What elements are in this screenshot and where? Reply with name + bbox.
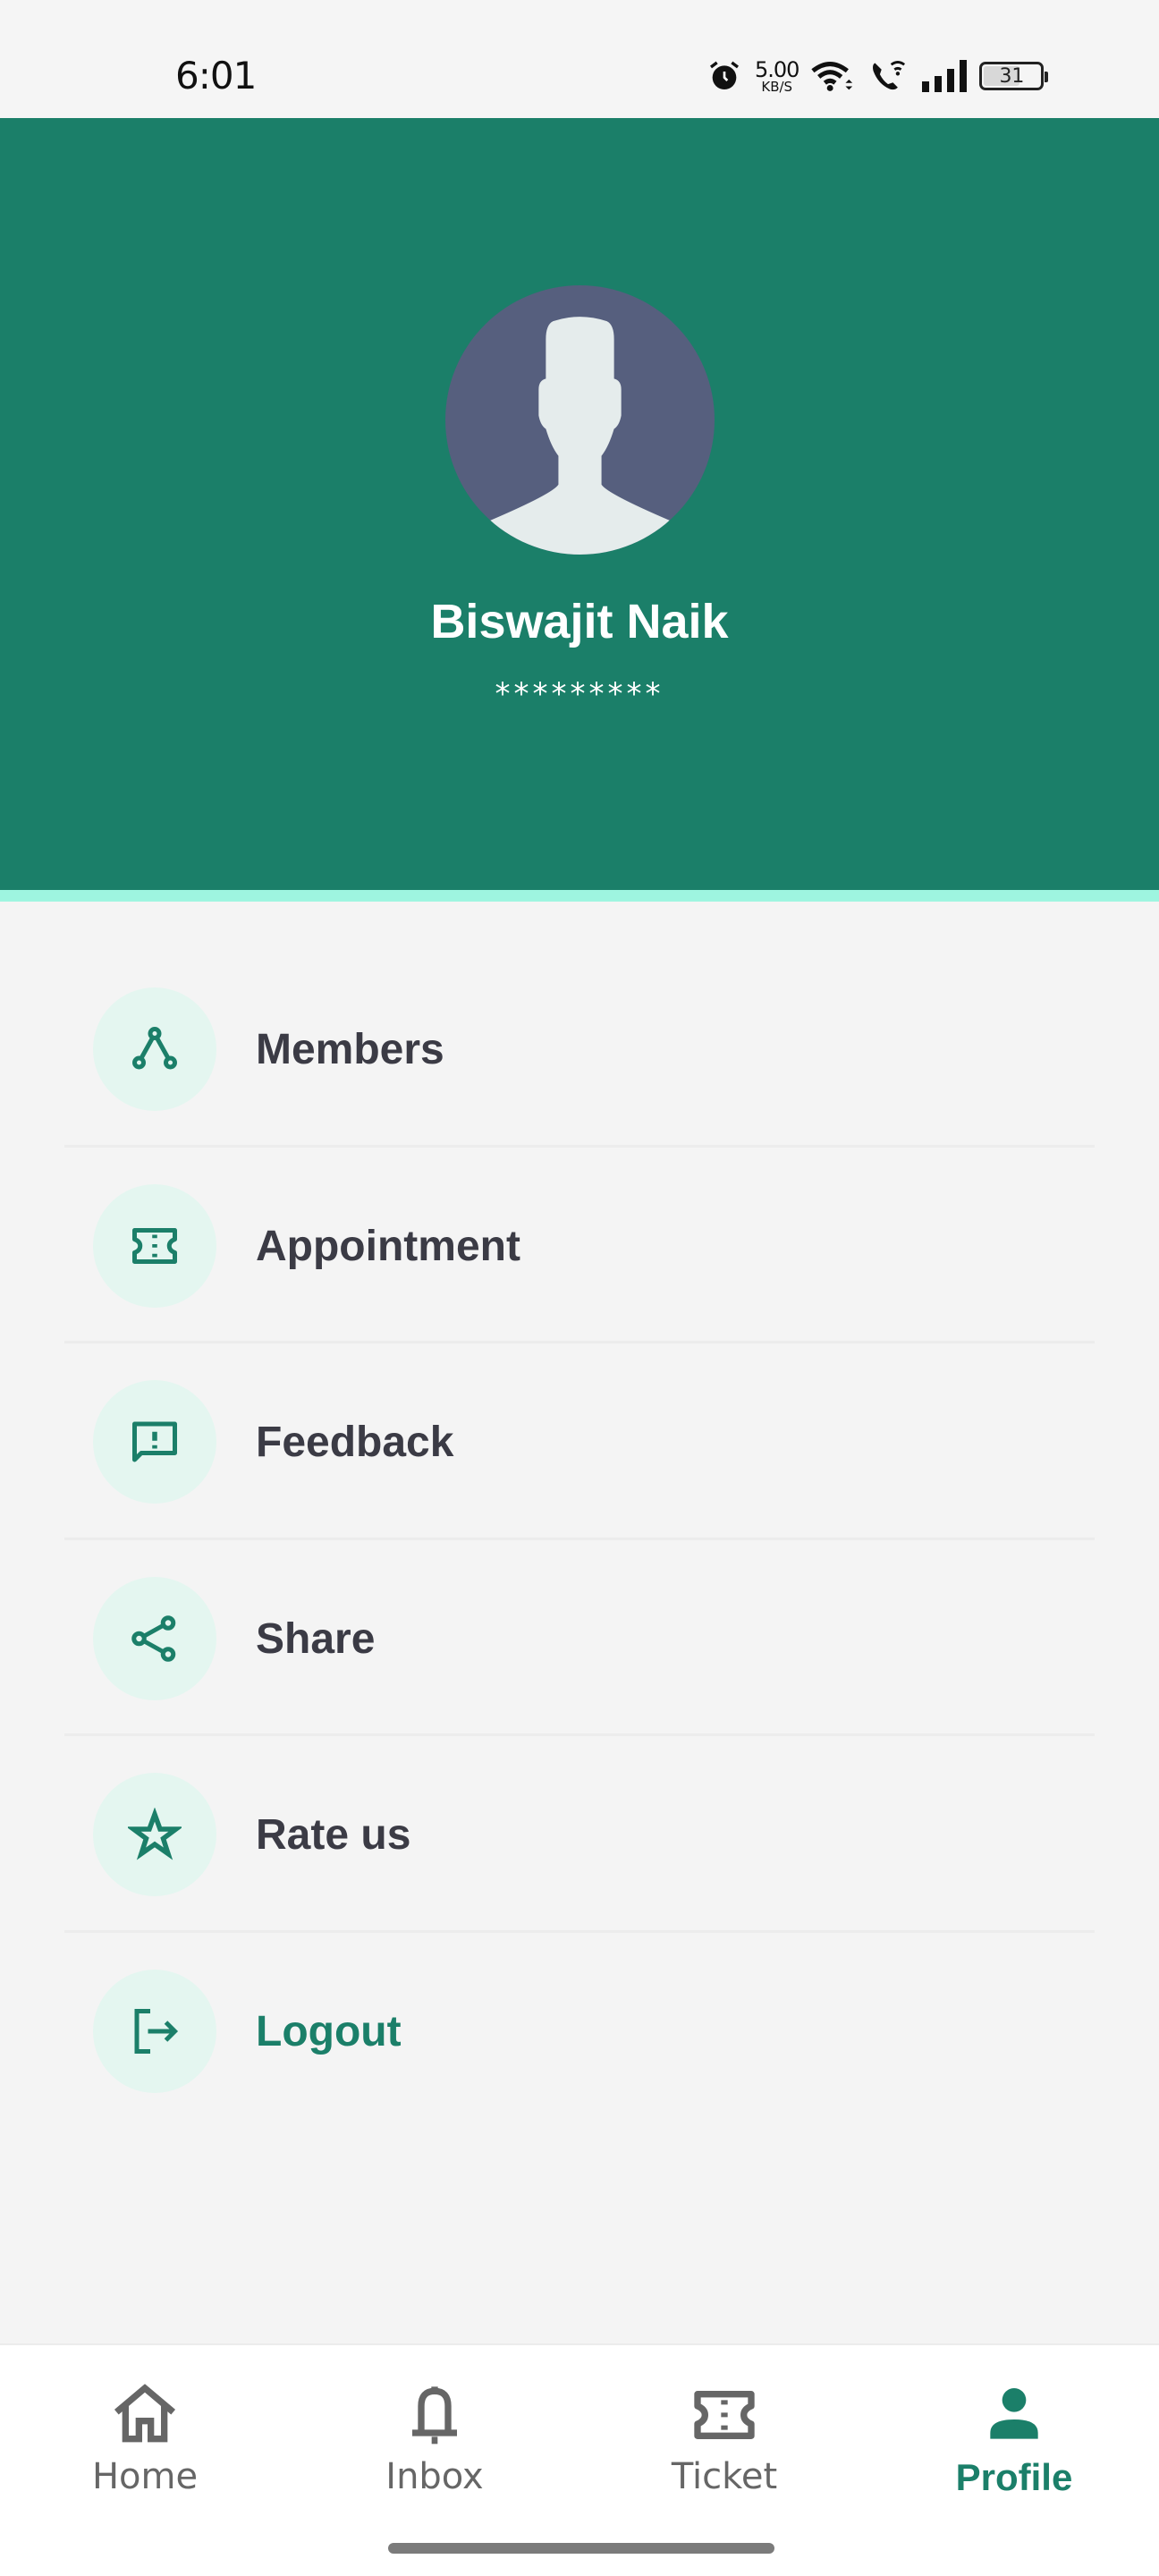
bell-icon: [399, 2379, 470, 2451]
network-speed-value: 5.00: [755, 56, 799, 82]
logout-icon: [93, 1969, 216, 2093]
menu-item-appointment[interactable]: Appointment: [0, 1148, 1159, 1344]
menu-item-members[interactable]: Members: [0, 951, 1159, 1148]
profile-menu: Members Appointment Feedback Share Rate …: [0, 951, 1159, 2130]
network-speed: 5.00 KB/S: [755, 59, 799, 94]
profile-masked-value: *********: [495, 676, 664, 712]
menu-item-label: Rate us: [256, 1811, 411, 1860]
menu-item-label: Members: [256, 1026, 444, 1073]
network-speed-unit: KB/S: [761, 78, 793, 95]
menu-item-label: Feedback: [256, 1419, 454, 1467]
status-icons: 5.00 KB/S 31: [706, 54, 1049, 98]
nav-tab-profile[interactable]: Profile: [869, 2345, 1159, 2524]
wifi-calling-icon: [868, 58, 908, 94]
menu-item-feedback[interactable]: Feedback: [0, 1343, 1159, 1540]
menu-item-logout[interactable]: Logout: [0, 1933, 1159, 2130]
menu-item-label: Share: [256, 1614, 376, 1663]
header-accent-stripe: [0, 890, 1159, 902]
profile-name: Biswajit Naik: [430, 595, 729, 648]
nav-label: Home: [91, 2456, 199, 2497]
alarm-icon: [706, 58, 742, 94]
share-icon: [93, 1576, 216, 1700]
bottom-navigation: Home Inbox Ticket Profile: [0, 2343, 1159, 2576]
battery-icon: 31: [979, 62, 1049, 90]
menu-item-label: Appointment: [256, 1222, 520, 1270]
nav-tab-home[interactable]: Home: [0, 2345, 290, 2524]
avatar-placeholder-icon: [490, 317, 670, 555]
nav-label: Profile: [955, 2456, 1073, 2498]
nav-label: Inbox: [385, 2456, 484, 2497]
star-icon: [93, 1773, 216, 1897]
menu-item-share[interactable]: Share: [0, 1540, 1159, 1737]
home-indicator[interactable]: [388, 2543, 774, 2554]
ticket-icon: [689, 2379, 760, 2451]
nav-tab-ticket[interactable]: Ticket: [580, 2345, 869, 2524]
battery-level: 31: [999, 64, 1025, 88]
menu-item-label: Logout: [256, 2007, 402, 2055]
ticket-icon: [93, 1183, 216, 1308]
person-icon: [978, 2379, 1050, 2451]
signal-icon: [920, 58, 968, 94]
menu-item-rate-us[interactable]: Rate us: [0, 1736, 1159, 1933]
feedback-icon: [93, 1380, 216, 1504]
wifi-icon: [811, 58, 856, 94]
nav-label: Ticket: [671, 2456, 778, 2497]
avatar[interactable]: [445, 285, 715, 555]
home-icon: [109, 2379, 181, 2451]
status-bar: 6:01 5.00 KB/S 31: [0, 0, 1159, 118]
status-time: 6:01: [175, 54, 257, 97]
members-icon: [93, 987, 216, 1111]
nav-tab-inbox[interactable]: Inbox: [290, 2345, 580, 2524]
